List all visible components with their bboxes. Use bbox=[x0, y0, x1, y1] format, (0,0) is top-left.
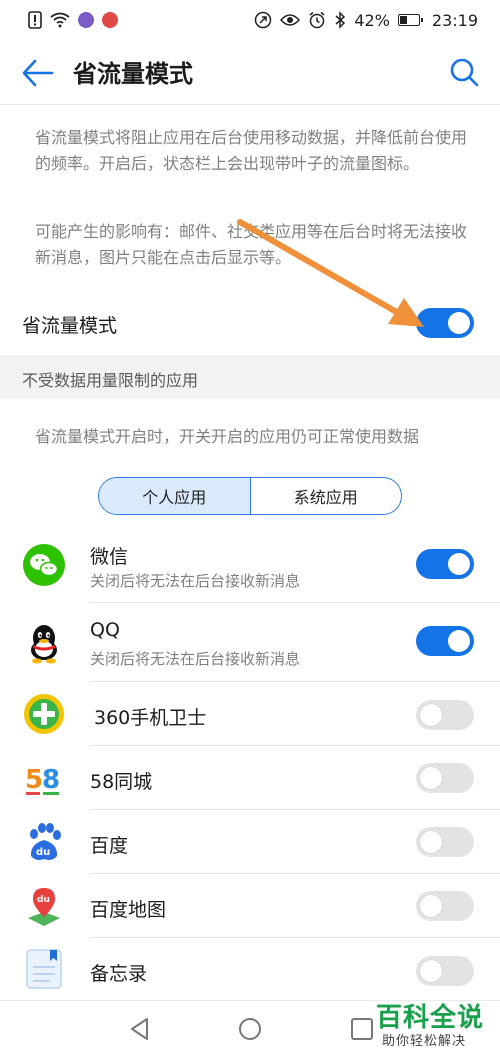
baidu-map-icon: du bbox=[28, 888, 60, 926]
app-name: QQ bbox=[90, 619, 120, 641]
watermark-title: 百科全说 bbox=[376, 1003, 485, 1033]
list-item[interactable]: du 百度 bbox=[0, 810, 500, 874]
row-divider bbox=[90, 602, 500, 603]
baidu-toggle[interactable] bbox=[416, 827, 474, 857]
notes-toggle[interactable] bbox=[416, 956, 474, 986]
svg-text:8: 8 bbox=[42, 765, 60, 795]
360-security-icon bbox=[24, 694, 64, 734]
tab-system-apps[interactable]: 系统应用 bbox=[249, 478, 402, 514]
app-name: 58同城 bbox=[90, 771, 153, 793]
baidu-map-toggle[interactable] bbox=[416, 891, 474, 921]
wechat-icon bbox=[23, 544, 65, 586]
list-item[interactable]: 360手机卫士 bbox=[0, 682, 500, 746]
section-note: 省流量模式开启时，开关开启的应用仍可正常使用数据 bbox=[35, 427, 420, 446]
list-item[interactable]: du 百度地图 bbox=[0, 874, 500, 938]
nav-back-icon[interactable] bbox=[126, 1015, 154, 1043]
qq-icon bbox=[31, 625, 57, 664]
svg-text:5: 5 bbox=[25, 765, 43, 795]
app-name: 360手机卫士 bbox=[94, 707, 207, 729]
app-subtitle: 关闭后将无法在后台接收新消息 bbox=[90, 572, 301, 590]
360-security-toggle[interactable] bbox=[416, 700, 474, 730]
qq-toggle[interactable] bbox=[416, 626, 474, 656]
list-item[interactable]: 5 8 58同城 bbox=[0, 746, 500, 810]
section-header-label: 不受数据用量限制的应用 bbox=[22, 371, 199, 390]
app-subtitle: 关闭后将无法在后台接收新消息 bbox=[90, 650, 301, 668]
svg-text:du: du bbox=[37, 895, 50, 905]
svg-text:du: du bbox=[36, 847, 50, 858]
list-item[interactable]: QQ 关闭后将无法在后台接收新消息 bbox=[0, 610, 500, 682]
58-tongcheng-icon: 5 8 bbox=[25, 765, 60, 795]
app-name: 百度 bbox=[90, 835, 129, 857]
58-tongcheng-toggle[interactable] bbox=[416, 763, 474, 793]
app-name: 备忘录 bbox=[90, 963, 148, 985]
notes-icon bbox=[26, 949, 62, 989]
wechat-toggle[interactable] bbox=[416, 549, 474, 579]
section-header: 不受数据用量限制的应用 bbox=[0, 355, 500, 399]
nav-recents-icon[interactable] bbox=[348, 1015, 376, 1043]
nav-home-icon[interactable] bbox=[236, 1015, 264, 1043]
app-name: 微信 bbox=[90, 546, 129, 568]
app-name: 百度地图 bbox=[90, 899, 167, 921]
watermark-subtitle: 助你轻松解决 bbox=[382, 1034, 467, 1049]
tab-personal-apps[interactable]: 个人应用 bbox=[99, 478, 250, 514]
list-item[interactable]: 备忘录 bbox=[0, 938, 500, 1002]
annotation-arrow-icon bbox=[237, 219, 424, 327]
app-type-tabs: 个人应用 系统应用 bbox=[98, 477, 402, 515]
baidu-icon: du bbox=[30, 823, 61, 860]
list-item[interactable]: 微信 关闭后将无法在后台接收新消息 bbox=[0, 533, 500, 603]
